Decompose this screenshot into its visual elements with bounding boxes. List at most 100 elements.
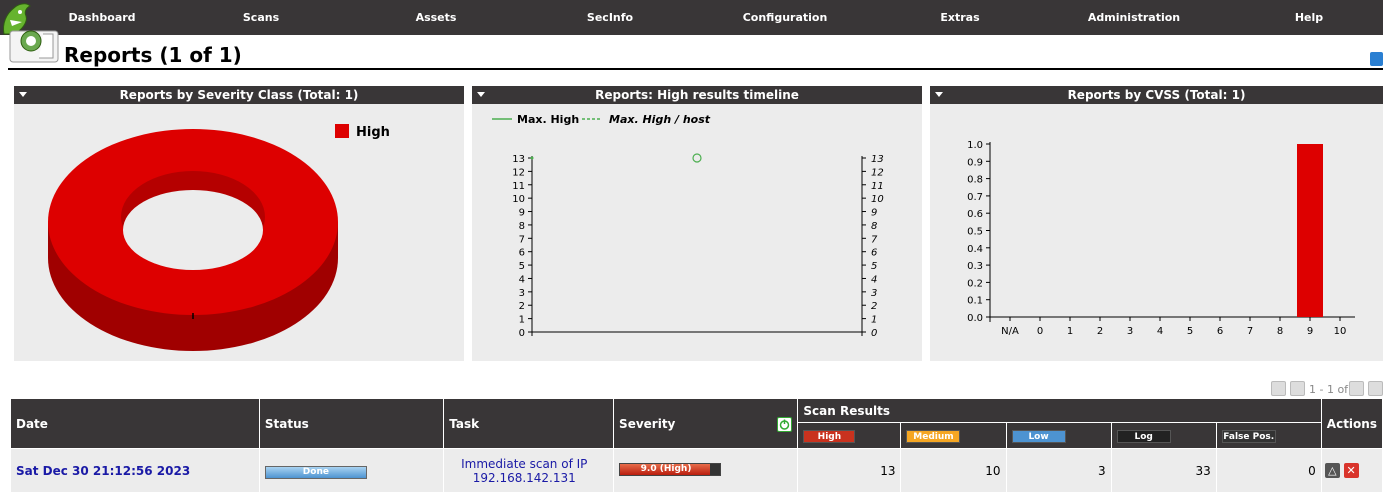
report-task-cell: Immediate scan of IP 192.168.142.131 [443,448,615,493]
previous-page-icon[interactable] [1290,381,1305,396]
y-tick-label-right: 2 [871,301,877,312]
false-pos-count[interactable]: 0 [1215,448,1322,493]
timeline-panel-header[interactable]: Reports: High results timeline [472,86,922,104]
edit-icon[interactable] [1370,52,1383,66]
nav-assets[interactable]: Assets [416,11,457,24]
y-tick-label: 0.2 [967,278,983,289]
y-tick-label-left: 1 [519,315,525,326]
x-tick-label: 4 [1157,326,1163,337]
severity-donut-chart: High [48,124,390,351]
collapse-triangle-icon[interactable] [477,92,485,97]
low-badge: Low [1011,430,1066,443]
y-tick-label: 0.4 [967,244,983,255]
y-tick-label-right: 10 [871,194,884,205]
task-link[interactable]: Immediate scan of IP 192.168.142.131 [449,457,599,485]
report-date-link[interactable]: Sat Dec 30 21:12:56 2023 [16,464,190,478]
timeline-panel-title: Reports: High results timeline [595,88,799,102]
low-count[interactable]: 3 [1005,448,1112,493]
severity-panel-header[interactable]: Reports by Severity Class (Total: 1) [14,86,464,104]
table-row: Sat Dec 30 21:12:56 2023 Done Immediate … [10,448,1383,493]
x-tick-label: 5 [1187,326,1193,337]
power-refresh-icon[interactable] [777,417,793,432]
col-actions: Actions [1320,398,1383,449]
high-count[interactable]: 13 [797,448,902,493]
y-tick-label: 0.6 [967,209,983,220]
y-tick-label-left: 8 [519,221,525,232]
y-tick-label-right: 6 [871,248,877,259]
first-page-icon[interactable] [1271,381,1286,396]
nav-help[interactable]: Help [1295,11,1323,24]
y-tick-label: 0.1 [967,296,983,307]
y-tick-label-left: 2 [519,301,525,312]
severity-bar: 9.0 (High) [619,462,722,476]
col-status[interactable]: Status [258,398,445,449]
y-tick-label-right: 5 [871,261,877,272]
delete-icon[interactable]: ✕ [1343,463,1359,478]
col-date[interactable]: Date [10,398,260,449]
report-severity-cell: 9.0 (High) [613,448,799,493]
x-tick-label: N/A [1001,326,1019,337]
cvss-panel-header[interactable]: Reports by CVSS (Total: 1) [930,86,1383,104]
legend-high-swatch [335,124,349,138]
title-divider [8,68,1383,70]
collapse-triangle-icon[interactable] [19,92,27,97]
nav-extras[interactable]: Extras [940,11,979,24]
cvss-panel-title: Reports by CVSS (Total: 1) [1067,88,1246,102]
col-scan-results: Scan Results [797,398,1322,423]
next-page-icon[interactable] [1349,381,1364,396]
medium-badge: Medium [906,430,961,443]
medium-count[interactable]: 10 [900,448,1007,493]
last-page-icon[interactable] [1368,381,1383,396]
nav-configuration[interactable]: Configuration [743,11,828,24]
y-tick-label-right: 1 [871,315,877,326]
y-tick-label-right: 4 [871,274,877,285]
y-tick-label-left: 7 [519,234,525,245]
cvss-bar-9[interactable] [1297,144,1323,317]
report-status-cell: Done [258,448,445,493]
reports-page-icon [9,30,59,63]
cvss-bar-chart: 0.0 0.1 0.2 0.3 0.4 0.5 0.6 0.7 0.8 0.9 1.0 N/A 0 1 2 3… [967,140,1355,337]
timeline-chart: Max. High Max. High / host 0 01 12 23 34 45 56… [492,113,884,339]
nav-dashboard[interactable]: Dashboard [68,11,135,24]
x-tick-label: 6 [1217,326,1223,337]
col-task[interactable]: Task [443,398,615,449]
x-tick-label: 0 [1037,326,1043,337]
y-tick-label-left: 0 [519,328,525,339]
log-count[interactable]: 33 [1110,448,1217,493]
col-medium[interactable]: Medium [900,422,1007,449]
x-tick-label: 9 [1307,326,1313,337]
y-tick-label-left: 5 [519,261,525,272]
x-tick-label: 1 [1067,326,1073,337]
nav-secinfo[interactable]: SecInfo [587,11,633,24]
x-tick-label: 3 [1127,326,1133,337]
col-high[interactable]: High [797,422,902,449]
nav-scans[interactable]: Scans [243,11,279,24]
y-tick-label-right: 3 [871,288,877,299]
y-tick-label-left: 4 [519,274,525,285]
y-tick-label: 0.5 [967,227,983,238]
y-tick-label: 1.0 [967,140,983,151]
nav-administration[interactable]: Administration [1088,11,1180,24]
severity-bar-label: 9.0 (High) [640,463,692,474]
y-tick-label-left: 6 [519,248,525,259]
delta-compare-icon[interactable]: △ [1324,463,1340,478]
col-false-pos[interactable]: False Pos. [1215,422,1322,449]
col-low[interactable]: Low [1005,422,1112,449]
y-tick-label-right: 0 [871,328,877,339]
col-log[interactable]: Log [1110,422,1217,449]
severity-panel-title: Reports by Severity Class (Total: 1) [119,88,359,102]
y-tick-label-right: 11 [871,181,884,192]
y-tick-label-left: 9 [519,208,525,219]
high-badge: High [803,430,856,443]
col-severity[interactable]: Severity [613,398,799,449]
y-tick-label: 0.9 [967,157,983,168]
collapse-triangle-icon[interactable] [935,92,943,97]
cvss-panel: Reports by CVSS (Total: 1) 0.0 0.1 0.2 0.3 0… [930,86,1383,361]
y-tick-label-right: 12 [871,167,884,178]
y-tick-label: 0.8 [967,175,983,186]
reports-table: Date Status Task Severity Scan Results A… [10,398,1383,493]
max-high-host-point[interactable] [692,153,702,163]
y-tick-label-right: 8 [871,221,877,232]
x-tick-label: 8 [1277,326,1283,337]
legend-max-high-label: Max. High [517,113,579,126]
